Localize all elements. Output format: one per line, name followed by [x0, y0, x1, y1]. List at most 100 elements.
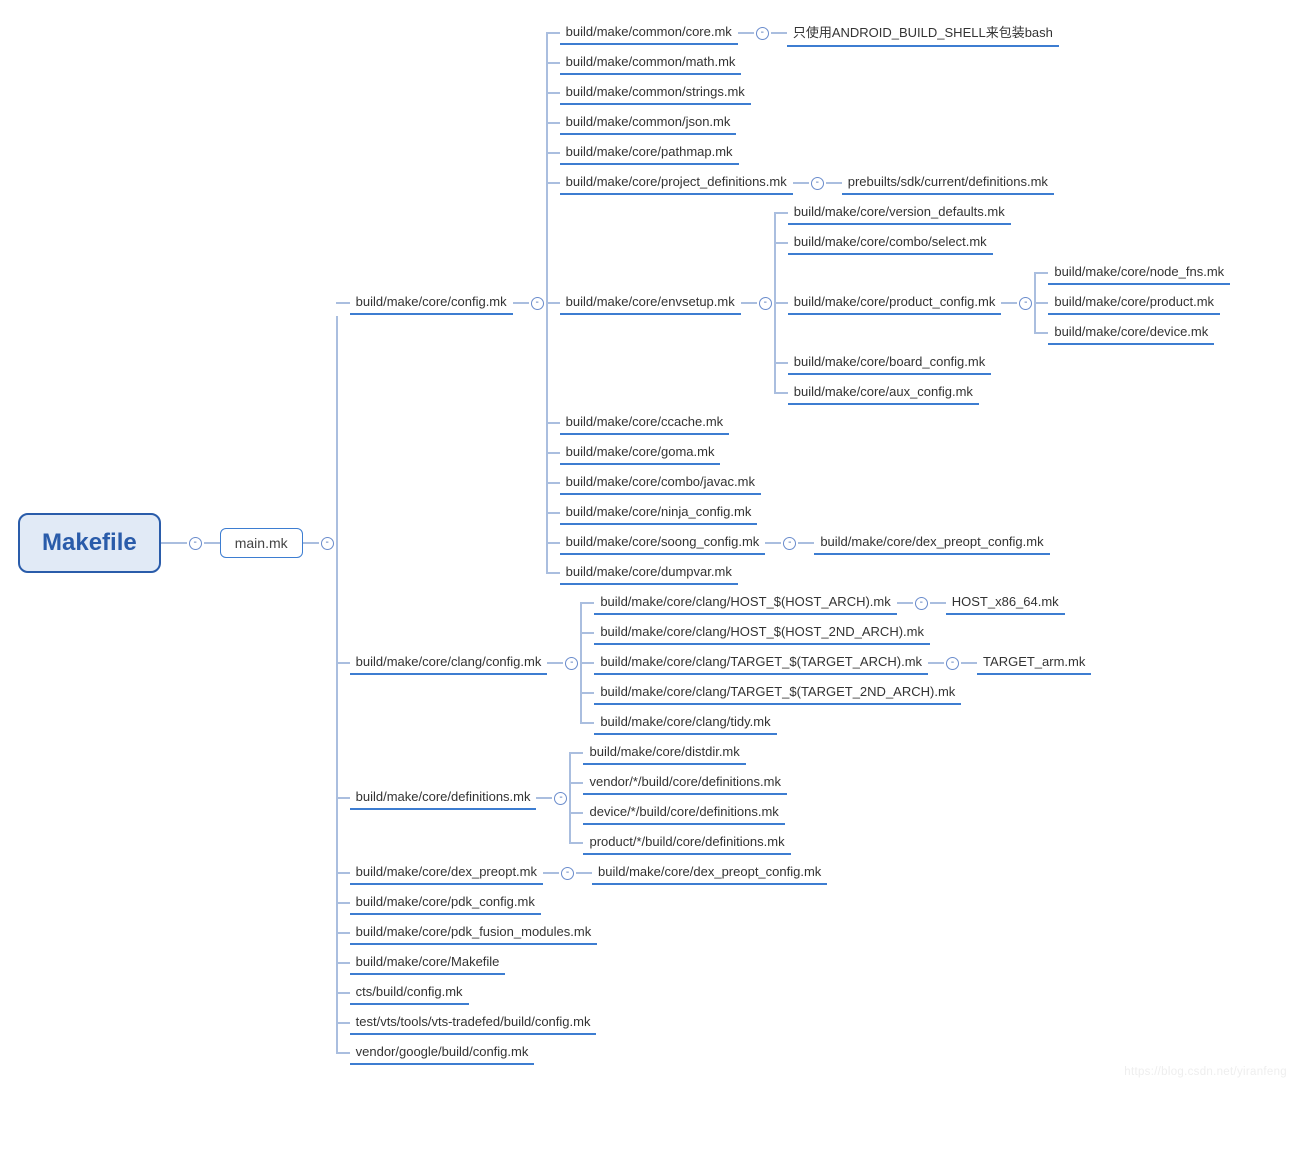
leaf-core-note: 只使用ANDROID_BUILD_SHELL来包装bash [787, 19, 1059, 47]
connector [793, 182, 809, 184]
node-proj-def[interactable]: build/make/core/project_definitions.mk [560, 171, 793, 195]
leaf-host-x86-64: HOST_x86_64.mk [946, 591, 1065, 615]
clang-children: build/make/core/clang/HOST_$(HOST_ARCH).… [580, 588, 1091, 738]
connector [536, 797, 552, 799]
branch-clang: build/make/core/clang/config.mk - build/… [336, 588, 1231, 738]
leaf-target-arm: TARGET_arm.mk [977, 651, 1091, 675]
connector [1001, 302, 1017, 304]
node-definitions[interactable]: build/make/core/definitions.mk [350, 786, 537, 810]
node-combo-sel[interactable]: build/make/core/combo/select.mk [788, 231, 993, 255]
leaf-dex-preopt-cfg2: build/make/core/dex_preopt_config.mk [592, 861, 827, 885]
node-combo-javac[interactable]: build/make/core/combo/javac.mk [560, 471, 761, 495]
node-cts[interactable]: cts/build/config.mk [350, 981, 469, 1005]
node-vts[interactable]: test/vts/tools/vts-tradefed/build/config… [350, 1011, 597, 1035]
root-node[interactable]: Makefile [18, 513, 161, 573]
collapse-icon[interactable]: - [554, 792, 567, 805]
node-device-def[interactable]: device/*/build/core/definitions.mk [583, 801, 784, 825]
node-ninja[interactable]: build/make/core/ninja_config.mk [560, 501, 758, 525]
definitions-children: build/make/core/distdir.mk vendor/*/buil… [569, 738, 790, 858]
node-prod-cfg[interactable]: build/make/core/product_config.mk [788, 291, 1002, 315]
node-goma[interactable]: build/make/core/goma.mk [560, 441, 721, 465]
connector [765, 542, 781, 544]
connector [930, 602, 946, 604]
leaf-prebuilts-def: prebuilts/sdk/current/definitions.mk [842, 171, 1054, 195]
connector [303, 542, 319, 544]
connector [928, 662, 944, 664]
node-clang-config[interactable]: build/make/core/clang/config.mk [350, 651, 548, 675]
node-clang-tidy[interactable]: build/make/core/clang/tidy.mk [594, 711, 776, 735]
connector [961, 662, 977, 664]
connector [161, 542, 187, 544]
node-vendor-def[interactable]: vendor/*/build/core/definitions.mk [583, 771, 787, 795]
main-children: build/make/core/config.mk - build/make/c… [336, 18, 1231, 1068]
node-ccache[interactable]: build/make/core/ccache.mk [560, 411, 730, 435]
node-clang-target[interactable]: build/make/core/clang/TARGET_$(TARGET_AR… [594, 651, 928, 675]
collapse-icon[interactable]: - [1019, 297, 1032, 310]
node-clang-host2[interactable]: build/make/core/clang/HOST_$(HOST_2ND_AR… [594, 621, 930, 645]
connector [576, 872, 592, 874]
connector [513, 302, 529, 304]
branch-config: build/make/core/config.mk - build/make/c… [336, 18, 1231, 588]
node-dumpvar[interactable]: build/make/core/dumpvar.mk [560, 561, 738, 585]
node-soong[interactable]: build/make/core/soong_config.mk [560, 531, 766, 555]
node-distdir[interactable]: build/make/core/distdir.mk [583, 741, 745, 765]
collapse-icon[interactable]: - [811, 177, 824, 190]
connector [738, 32, 754, 34]
node-envsetup[interactable]: build/make/core/envsetup.mk [560, 291, 741, 315]
connector [204, 542, 220, 544]
node-ver-def[interactable]: build/make/core/version_defaults.mk [788, 201, 1011, 225]
connector [543, 872, 559, 874]
node-makefile[interactable]: build/make/core/Makefile [350, 951, 506, 975]
node-pathmap[interactable]: build/make/core/pathmap.mk [560, 141, 739, 165]
connector [547, 662, 563, 664]
connector [741, 302, 757, 304]
collapse-icon[interactable]: - [189, 537, 202, 550]
branch-envsetup: build/make/core/envsetup.mk - build/make… [546, 198, 1231, 408]
node-product[interactable]: build/make/core/product.mk [1048, 291, 1220, 315]
node-clang-target2[interactable]: build/make/core/clang/TARGET_$(TARGET_2N… [594, 681, 961, 705]
collapse-icon[interactable]: - [915, 597, 928, 610]
watermark: https://blog.csdn.net/yiranfeng [1124, 1066, 1287, 1078]
node-clang-host[interactable]: build/make/core/clang/HOST_$(HOST_ARCH).… [594, 591, 896, 615]
node-device[interactable]: build/make/core/device.mk [1048, 321, 1214, 345]
collapse-icon[interactable]: - [783, 537, 796, 550]
collapse-icon[interactable]: - [321, 537, 334, 550]
node-aux-cfg[interactable]: build/make/core/aux_config.mk [788, 381, 979, 405]
branch-prod-cfg: build/make/core/product_config.mk - buil… [774, 258, 1230, 348]
collapse-icon[interactable]: - [759, 297, 772, 310]
connector [897, 602, 913, 604]
node-config[interactable]: build/make/core/config.mk [350, 291, 513, 315]
mindmap-root: Makefile - main.mk - build/make/core/con… [18, 18, 1283, 1068]
branch-core-mk: build/make/common/core.mk - 只使用ANDROID_B… [546, 18, 1231, 48]
envsetup-children: build/make/core/version_defaults.mk buil… [774, 198, 1230, 408]
branch-proj-def: build/make/core/project_definitions.mk -… [546, 168, 1231, 198]
connector [826, 182, 842, 184]
node-node-fns[interactable]: build/make/core/node_fns.mk [1048, 261, 1230, 285]
branch-clang-target: build/make/core/clang/TARGET_$(TARGET_AR… [580, 648, 1091, 678]
branch-dex-preopt: build/make/core/dex_preopt.mk - build/ma… [336, 858, 1231, 888]
connector [798, 542, 814, 544]
node-json[interactable]: build/make/common/json.mk [560, 111, 737, 135]
collapse-icon[interactable]: - [565, 657, 578, 670]
branch-clang-host: build/make/core/clang/HOST_$(HOST_ARCH).… [580, 588, 1091, 618]
node-dex-preopt[interactable]: build/make/core/dex_preopt.mk [350, 861, 543, 885]
branch-definitions: build/make/core/definitions.mk - build/m… [336, 738, 1231, 858]
node-vendor-google[interactable]: vendor/google/build/config.mk [350, 1041, 535, 1065]
node-pdk-cfg[interactable]: build/make/core/pdk_config.mk [350, 891, 541, 915]
prod-cfg-children: build/make/core/node_fns.mk build/make/c… [1034, 258, 1230, 348]
node-strings[interactable]: build/make/common/strings.mk [560, 81, 751, 105]
collapse-icon[interactable]: - [756, 27, 769, 40]
node-product-def[interactable]: product/*/build/core/definitions.mk [583, 831, 790, 855]
connector [771, 32, 787, 34]
branch-soong: build/make/core/soong_config.mk - build/… [546, 528, 1231, 558]
collapse-icon[interactable]: - [531, 297, 544, 310]
node-pdk-fusion[interactable]: build/make/core/pdk_fusion_modules.mk [350, 921, 598, 945]
collapse-icon[interactable]: - [946, 657, 959, 670]
node-board-cfg[interactable]: build/make/core/board_config.mk [788, 351, 992, 375]
node-math[interactable]: build/make/common/math.mk [560, 51, 742, 75]
node-core-mk[interactable]: build/make/common/core.mk [560, 21, 738, 45]
main-node[interactable]: main.mk [220, 528, 303, 558]
config-children: build/make/common/core.mk - 只使用ANDROID_B… [546, 18, 1231, 588]
leaf-dex-preopt-cfg: build/make/core/dex_preopt_config.mk [814, 531, 1049, 555]
collapse-icon[interactable]: - [561, 867, 574, 880]
